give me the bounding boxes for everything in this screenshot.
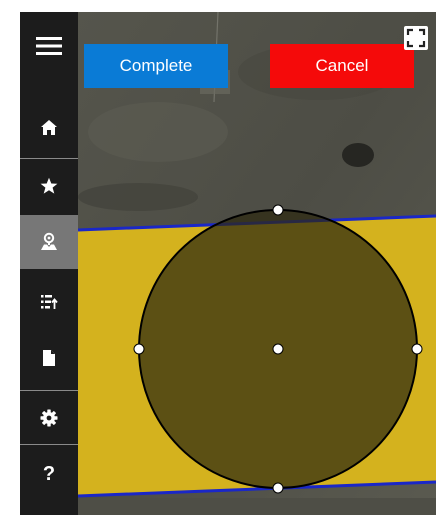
map-pin-icon [41, 232, 57, 250]
help-button[interactable]: ? [20, 454, 78, 494]
circle-handle-right[interactable] [411, 343, 423, 355]
home-icon [41, 120, 57, 135]
documents-button[interactable] [20, 338, 78, 378]
sidebar-divider [20, 444, 78, 445]
circle-handle-bottom[interactable] [272, 482, 284, 494]
document-icon [43, 350, 55, 366]
terrain-patch [78, 183, 198, 211]
fullscreen-icon [406, 28, 426, 48]
favorites-button[interactable] [20, 166, 78, 206]
map-view[interactable]: Complete Cancel [78, 12, 436, 515]
app-window: ? Complete Cancel [20, 12, 436, 515]
terrain-patch [88, 102, 228, 162]
circle-handle-left[interactable] [133, 343, 145, 355]
home-button[interactable] [20, 108, 78, 148]
sort-list-icon [41, 295, 58, 309]
satellite-imagery [78, 498, 436, 515]
settings-button[interactable] [20, 398, 78, 438]
sidebar: ? [20, 12, 78, 515]
help-icon: ? [42, 462, 56, 485]
menu-button[interactable] [20, 26, 78, 66]
hamburger-menu-icon [36, 37, 62, 55]
field-mapping-button[interactable] [20, 215, 78, 269]
sidebar-divider [20, 390, 78, 391]
complete-button[interactable]: Complete [84, 44, 228, 88]
gear-icon [40, 409, 58, 427]
terrain-patch [342, 143, 374, 167]
sort-list-button[interactable] [20, 283, 78, 321]
circle-handle-top[interactable] [272, 204, 284, 216]
cancel-button[interactable]: Cancel [270, 44, 414, 88]
sidebar-divider [20, 158, 78, 159]
star-icon [40, 177, 58, 194]
fullscreen-button[interactable] [404, 26, 428, 50]
circle-handle-center[interactable] [272, 343, 284, 355]
